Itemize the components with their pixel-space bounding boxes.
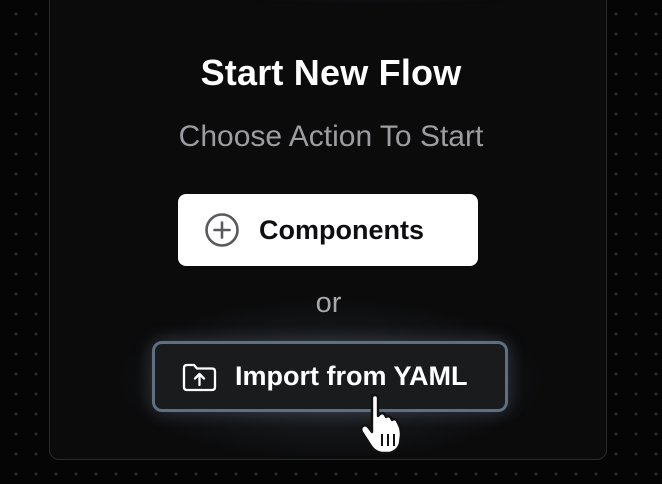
- plus-circle-icon: [204, 212, 240, 248]
- components-button-label: Components: [259, 214, 424, 245]
- components-button[interactable]: Components: [178, 194, 478, 266]
- page-title: Start New Flow: [200, 52, 462, 93]
- import-yaml-button[interactable]: Import from YAML: [152, 341, 508, 412]
- panel-top-shadow: [205, 0, 550, 1]
- hand-pointer-icon: [358, 393, 414, 456]
- page-subtitle: Choose Action To Start: [178, 120, 484, 153]
- flow-canvas[interactable]: Start New Flow Choose Action To Start Co…: [0, 0, 662, 484]
- folder-upload-icon: [181, 360, 219, 394]
- import-yaml-button-label: Import from YAML: [235, 361, 468, 391]
